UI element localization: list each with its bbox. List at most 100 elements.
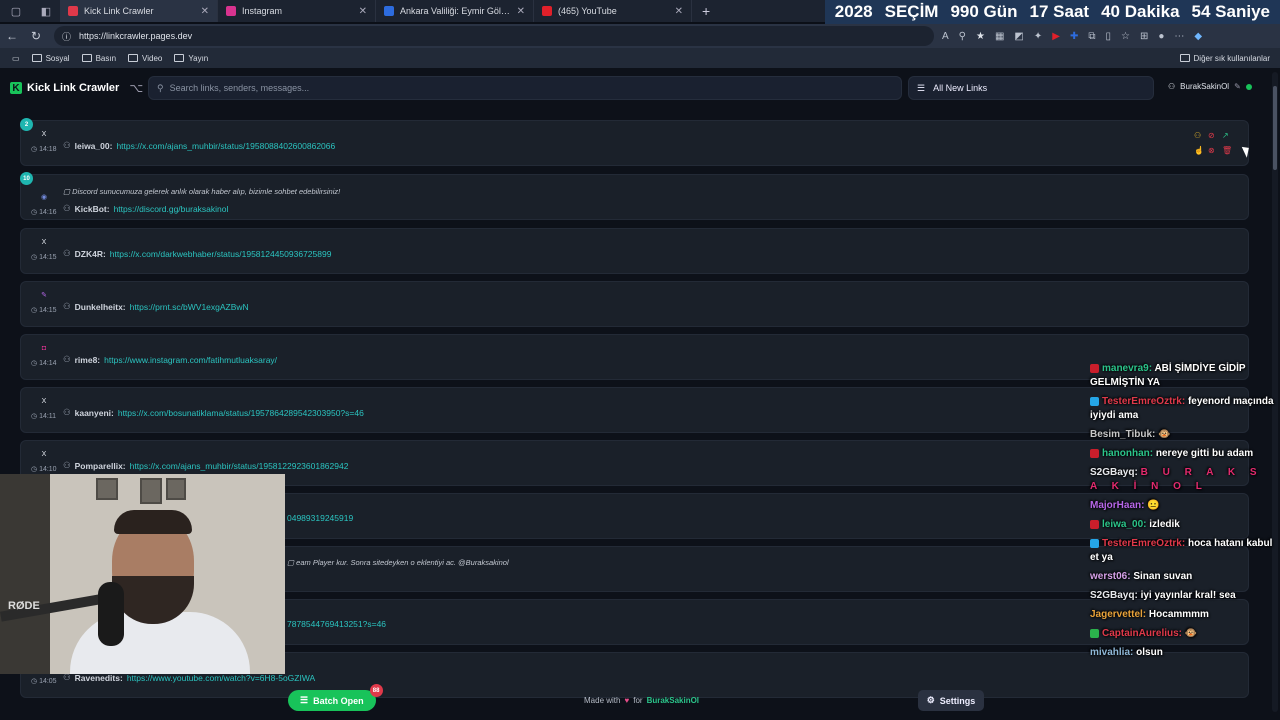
- chat-username[interactable]: mivahlia:: [1090, 647, 1133, 658]
- chat-username[interactable]: CaptainAurelius:: [1102, 628, 1182, 639]
- read-aloud-icon[interactable]: A: [942, 31, 949, 42]
- favorites-icon[interactable]: ☆: [1121, 31, 1130, 42]
- block-icon[interactable]: ⊘: [1208, 131, 1222, 140]
- sender-name[interactable]: leiwa_00:: [75, 141, 113, 151]
- link-url[interactable]: 78785447694132​51?s=46: [287, 619, 386, 629]
- chat-username[interactable]: hanonhan:: [1102, 448, 1153, 459]
- address-bar[interactable]: ⓘ https://linkcrawler.pages.dev: [54, 26, 934, 46]
- link-url[interactable]: https://discord.gg/buraksakinol: [114, 204, 229, 214]
- chat-username[interactable]: leiwa_00:: [1102, 519, 1146, 530]
- chat-username[interactable]: TesterEmreOztrk:: [1102, 538, 1185, 549]
- user-badge[interactable]: ⚇ BurakSakinOl ✎: [1168, 82, 1252, 91]
- tab-close-icon[interactable]: ✕: [675, 6, 683, 17]
- link-row[interactable]: X ◷ 14:15 ⚇ DZK4R: https://x.com/darkwebhabe…: [20, 228, 1249, 274]
- link-row[interactable]: ◘ ◷ 14:14 ⚇ rime8: https://www.instagram.com…: [20, 334, 1249, 380]
- browser-tab[interactable]: (465) YouTube ✕: [534, 0, 692, 22]
- copilot-icon[interactable]: ◆: [1194, 31, 1202, 42]
- sender-name[interactable]: DZK4R:: [75, 249, 106, 259]
- link-url[interactable]: 04989319245919: [287, 513, 353, 523]
- extension-icon[interactable]: ✚: [1070, 31, 1078, 42]
- tab-close-icon[interactable]: ✕: [201, 6, 209, 17]
- bookmarks-menu-icon[interactable]: ▭: [12, 54, 20, 63]
- zoom-icon[interactable]: ⚲: [959, 31, 966, 42]
- link-filter-select[interactable]: ☰ All New Links: [908, 76, 1154, 100]
- browser-tab[interactable]: Kick Link Crawler ✕: [60, 0, 218, 22]
- settings-button[interactable]: ⚙ Settings: [918, 690, 984, 711]
- sender-name[interactable]: Ravenedits:: [75, 673, 123, 683]
- search-input[interactable]: ⚲ Search links, senders, messages...: [148, 76, 902, 100]
- chat-username[interactable]: MajorHaan:: [1090, 500, 1144, 511]
- open-external-icon[interactable]: ↗: [1222, 131, 1236, 140]
- tab-close-icon[interactable]: ✕: [517, 6, 525, 17]
- split-screen-icon[interactable]: ▯: [1106, 31, 1112, 42]
- chat-username[interactable]: S2GBayq:: [1090, 590, 1138, 601]
- author-link[interactable]: BurakSakinOl: [647, 696, 699, 705]
- extension-icon[interactable]: ▶: [1052, 31, 1060, 42]
- extension-icon[interactable]: ◩: [1014, 31, 1023, 42]
- chat-username[interactable]: Besim_Tibuk:: [1090, 429, 1155, 440]
- browser-tab[interactable]: Ankara Valiliği: Eymir Gölü çevresi ✕: [376, 0, 534, 22]
- sender-name[interactable]: kaanyeni:: [75, 408, 114, 418]
- search-placeholder[interactable]: Search links, senders, messages...: [170, 83, 310, 93]
- link-url[interactable]: https://prnt.sc/bWV1exgAZBwN: [130, 302, 249, 312]
- ban-user-icon[interactable]: ☝: [1194, 146, 1208, 155]
- username: BurakSakinOl: [1180, 82, 1230, 91]
- bookmark-folder-video[interactable]: Video: [128, 54, 162, 63]
- link-row[interactable]: 10 ◉ ◷ 14:16 ▢ Discord sunucumuza gelerek a…: [20, 172, 1249, 220]
- workspaces-icon[interactable]: ▢: [8, 3, 24, 19]
- browser-tab[interactable]: Instagram ✕: [218, 0, 376, 22]
- bookmark-folder-yayin[interactable]: Yayın: [174, 54, 208, 63]
- sender-name[interactable]: KickBot:: [75, 204, 110, 214]
- refresh-icon[interactable]: ↻: [24, 29, 48, 43]
- bookmark-folder-sosyal[interactable]: Sosyal: [31, 54, 70, 63]
- link-url[interactable]: https://x.com/ajans_muhbir/status/195812…: [130, 461, 349, 471]
- chat-text: nereye gitti bu adam: [1155, 448, 1254, 459]
- new-tab-button[interactable]: +: [702, 3, 710, 19]
- sender-name[interactable]: Pomparellix:: [75, 461, 126, 471]
- link-url[interactable]: https://x.com/bosunatiklama/status/19578…: [118, 408, 364, 418]
- link-url[interactable]: https://x.com/ajans_muhbir/status/195808…: [116, 141, 335, 151]
- chat-username[interactable]: manevra9:: [1102, 363, 1152, 374]
- more-menu-icon[interactable]: ⋯: [1174, 31, 1184, 42]
- tab-actions-icon[interactable]: ◧: [38, 3, 54, 19]
- bookmark-folder-basin[interactable]: Basın: [81, 54, 116, 63]
- chat-username[interactable]: TesterEmreOztrk:: [1102, 396, 1185, 407]
- hide-link-icon[interactable]: ⊗: [1208, 146, 1222, 155]
- collections-icon[interactable]: ⊞: [1140, 31, 1148, 42]
- extension-icon[interactable]: ✦: [1034, 31, 1042, 42]
- message-icon: ▢: [63, 187, 73, 196]
- extension-icon[interactable]: ▦: [995, 31, 1004, 42]
- user-action-icon[interactable]: ⚇: [1194, 131, 1208, 140]
- filter-icon: ☰: [917, 82, 926, 93]
- link-row[interactable]: ✎ ◷ 14:15 ⚇ Dunkelheitx: https://prnt.sc/bWV…: [20, 281, 1249, 327]
- tab-close-icon[interactable]: ✕: [359, 6, 367, 17]
- back-icon[interactable]: ←: [0, 29, 24, 43]
- extensions-icon[interactable]: ⧉: [1088, 31, 1095, 42]
- edit-icon[interactable]: ✎: [1234, 82, 1241, 91]
- link-url[interactable]: https://www.youtube.com/watch?v=6H8-5oGZ…: [127, 673, 315, 683]
- link-url[interactable]: https://www.instagram.com/fatihmutluaksa…: [104, 355, 277, 365]
- chat-message: MajorHaan: 😐: [1090, 499, 1276, 513]
- chat-username[interactable]: S2GBayq:: [1090, 467, 1138, 478]
- link-row[interactable]: X ◷ 14:11 ⚇ kaanyeni: https://x.com/bosunati…: [20, 387, 1249, 433]
- brand[interactable]: K Kick Link Crawler: [10, 82, 119, 94]
- chat-username[interactable]: Jagervettel:: [1090, 609, 1146, 620]
- batch-open-button[interactable]: ☰ Batch Open 88: [288, 684, 383, 711]
- github-icon[interactable]: ⌥: [129, 81, 143, 95]
- delete-icon[interactable]: 🗑: [1222, 146, 1236, 155]
- sender-name[interactable]: Dunkelheitx:: [75, 302, 126, 312]
- profile-avatar-icon[interactable]: ●: [1158, 31, 1164, 42]
- other-favorites[interactable]: Diğer sık kullanılanlar: [1179, 54, 1270, 63]
- batch-count-badge: 88: [369, 684, 383, 697]
- instagram-source-icon: ◘: [41, 345, 47, 352]
- sender-name[interactable]: rime8:: [75, 355, 101, 365]
- page-info-icon[interactable]: ⓘ: [62, 30, 71, 43]
- chat-username[interactable]: werst06:: [1090, 571, 1131, 582]
- user-icon: ⚇: [63, 407, 71, 417]
- link-url[interactable]: https://x.com/darkwebhaber/status/195812…: [110, 249, 332, 259]
- favorite-star-icon[interactable]: ★: [976, 31, 985, 42]
- url-text[interactable]: https://linkcrawler.pages.dev: [79, 31, 192, 41]
- scrollbar-thumb[interactable]: [1273, 86, 1277, 170]
- chat-badge-icon: [1090, 448, 1099, 458]
- link-row[interactable]: 2 X ◷ 14:18 ⚇ leiwa_00: https://x.com/ajans_m…: [20, 118, 1249, 166]
